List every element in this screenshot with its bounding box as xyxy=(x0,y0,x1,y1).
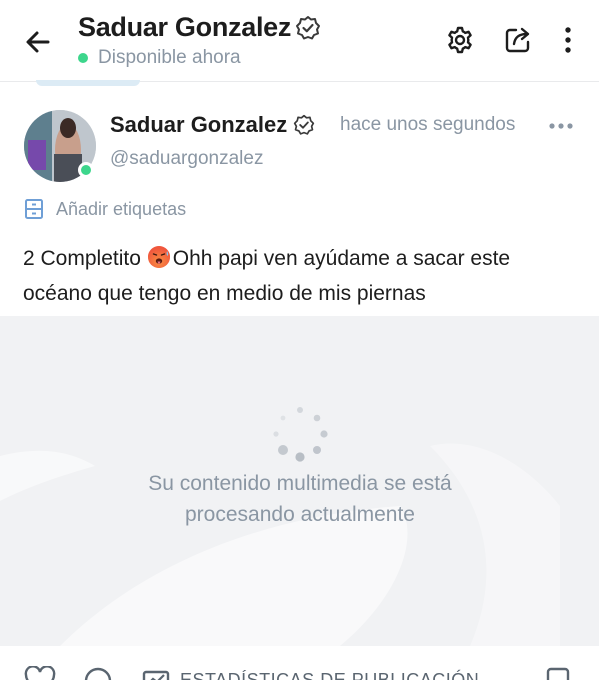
media-placeholder: Su contenido multimedia se está procesan… xyxy=(0,316,599,646)
settings-button[interactable] xyxy=(442,22,478,58)
author-handle[interactable]: @saduargonzalez xyxy=(110,148,263,170)
online-status: Disponible ahora xyxy=(78,47,241,69)
processing-message: Su contenido multimedia se está procesan… xyxy=(148,472,452,526)
post-timestamp: hace unos segundos xyxy=(340,114,516,135)
online-indicator-icon xyxy=(78,162,94,178)
share-icon xyxy=(505,27,530,53)
post-text-part1: 2 Completito xyxy=(23,247,147,270)
hot-face-emoji-icon xyxy=(147,246,170,268)
loading-spinner-icon xyxy=(273,407,328,462)
share-button[interactable] xyxy=(500,22,536,58)
author-name-text: Saduar Gonzalez xyxy=(110,112,288,137)
post-header: Saduar Gonzalez @saduargonzalez hace uno… xyxy=(0,100,599,190)
comment-icon[interactable] xyxy=(82,666,114,680)
bookmark-icon[interactable] xyxy=(544,666,572,680)
tab-indicator xyxy=(36,80,140,86)
more-horizontal-icon xyxy=(549,123,573,129)
more-options-button[interactable] xyxy=(550,22,586,58)
back-button[interactable] xyxy=(20,24,56,60)
stats-icon[interactable] xyxy=(142,666,172,680)
add-tags-label: Añadir etiquetas xyxy=(56,198,187,219)
verified-icon xyxy=(294,114,315,135)
post-options-button[interactable] xyxy=(546,116,576,136)
page-title-text: Saduar Gonzalez xyxy=(78,12,292,42)
back-arrow-icon xyxy=(26,31,50,53)
heart-icon[interactable] xyxy=(24,666,56,680)
gear-icon xyxy=(448,26,472,54)
chat-header: Saduar Gonzalez Disponible ahora xyxy=(0,0,599,82)
post-text: 2 Completito Ohh papi ven ayúdame a saca… xyxy=(23,241,583,311)
online-dot-icon xyxy=(78,53,88,63)
post-stats-button[interactable]: ESTADÍSTICAS DE PUBLICACIÓN xyxy=(180,670,479,680)
more-vertical-icon xyxy=(565,27,571,53)
page-title[interactable]: Saduar Gonzalez xyxy=(78,12,321,43)
online-status-text: Disponible ahora xyxy=(98,47,241,68)
post-actions-bar: ESTADÍSTICAS DE PUBLICACIÓN xyxy=(0,646,599,680)
add-tags-button[interactable]: Añadir etiquetas xyxy=(24,198,186,220)
tag-icon xyxy=(25,199,43,219)
verified-icon xyxy=(296,15,321,39)
author-name[interactable]: Saduar Gonzalez xyxy=(110,112,315,138)
